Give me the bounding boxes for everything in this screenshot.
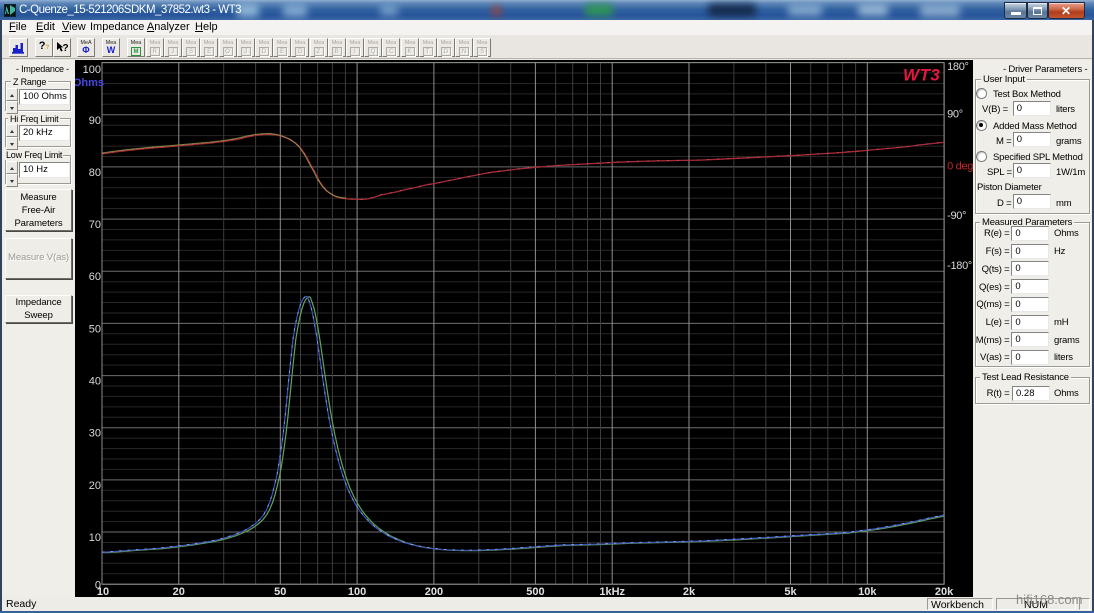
svg-text:50: 50 bbox=[89, 323, 101, 335]
svg-text:10: 10 bbox=[89, 532, 101, 544]
svg-text:60: 60 bbox=[89, 271, 101, 283]
svg-text:180°: 180° bbox=[947, 61, 969, 73]
svg-text:50: 50 bbox=[274, 586, 286, 597]
svg-text:40: 40 bbox=[89, 376, 101, 388]
svg-text:0 deg: 0 deg bbox=[947, 161, 973, 173]
svg-text:WT3: WT3 bbox=[903, 66, 940, 85]
svg-text:1kHz: 1kHz bbox=[599, 586, 625, 597]
svg-text:10k: 10k bbox=[858, 586, 877, 597]
svg-text:70: 70 bbox=[89, 219, 101, 231]
svg-text:200: 200 bbox=[425, 586, 443, 597]
svg-text:20: 20 bbox=[173, 586, 185, 597]
svg-text:Ohms: Ohms bbox=[75, 77, 104, 89]
svg-text:100: 100 bbox=[83, 64, 101, 76]
svg-text:20: 20 bbox=[89, 480, 101, 492]
svg-text:-90°: -90° bbox=[947, 210, 966, 222]
svg-text:2k: 2k bbox=[683, 586, 696, 597]
svg-text:5k: 5k bbox=[784, 586, 797, 597]
svg-text:?: ? bbox=[63, 43, 69, 54]
svg-text:100: 100 bbox=[348, 586, 366, 597]
svg-text:30: 30 bbox=[89, 428, 101, 440]
svg-text:20k: 20k bbox=[935, 586, 954, 597]
svg-text:10: 10 bbox=[97, 586, 109, 597]
svg-text:80: 80 bbox=[89, 167, 101, 179]
svg-text:90°: 90° bbox=[947, 109, 963, 121]
svg-text:500: 500 bbox=[526, 586, 544, 597]
svg-text:90: 90 bbox=[89, 115, 101, 127]
